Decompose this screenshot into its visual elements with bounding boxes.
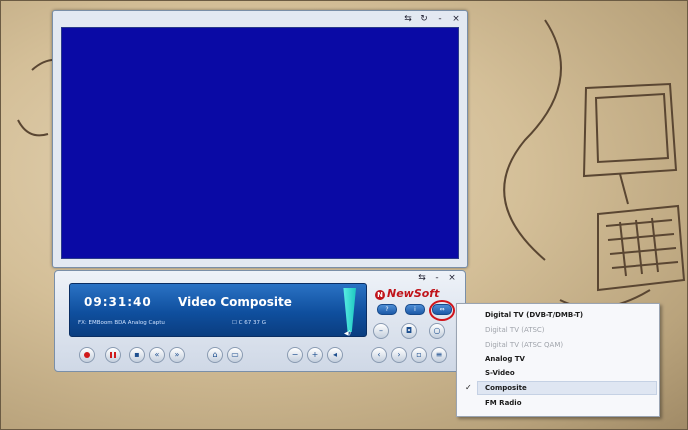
menu-item-atsc[interactable]: Digital TV (ATSC) bbox=[485, 326, 545, 334]
plus-icon: + bbox=[311, 350, 319, 359]
newsoft-logo: N NewSoft bbox=[375, 287, 439, 300]
menu-item-s-video[interactable]: S-Video bbox=[485, 369, 515, 377]
forward-icon: » bbox=[174, 350, 180, 359]
rewind-icon: « bbox=[154, 350, 160, 359]
speaker-icon: ◀) bbox=[344, 330, 351, 337]
channel-label: ☐ C 67 37 G bbox=[232, 320, 267, 326]
time-display: 09:31:40 bbox=[84, 295, 152, 309]
channel-up-button[interactable]: › bbox=[391, 347, 407, 363]
close-button[interactable]: × bbox=[451, 13, 461, 25]
home-icon: ⌂ bbox=[212, 350, 218, 359]
menu-item-analog-tv[interactable]: Analog TV bbox=[485, 355, 525, 363]
mute-icon: – bbox=[379, 326, 383, 335]
chevron-left-icon: ‹ bbox=[377, 350, 381, 359]
home-button[interactable]: ⌂ bbox=[207, 347, 223, 363]
minimize-button[interactable]: - bbox=[435, 13, 445, 25]
menu-item-dvb[interactable]: Digital TV (DVB-T/DMB-T) bbox=[485, 311, 583, 319]
volume-indicator[interactable] bbox=[343, 288, 356, 332]
folder-icon: ▭ bbox=[231, 350, 239, 359]
camera-icon: ◘ bbox=[405, 326, 413, 335]
control-title-controls: ⇆ - × bbox=[417, 272, 457, 284]
record-button[interactable] bbox=[79, 347, 95, 363]
minus-icon: − bbox=[291, 350, 299, 359]
mute-button[interactable]: – bbox=[373, 323, 389, 339]
lcd-display: 09:31:40 Video Composite FX: EMBoom BDA … bbox=[69, 283, 367, 337]
chevron-right-icon: › bbox=[397, 350, 401, 359]
close-button[interactable]: × bbox=[447, 272, 457, 284]
source-label: Video Composite bbox=[178, 295, 292, 309]
settings-button[interactable]: ○ bbox=[429, 323, 445, 339]
highlight-ring bbox=[429, 300, 455, 321]
forward-button[interactable]: » bbox=[169, 347, 185, 363]
device-label: FX: EMBoom BDA Analog Captu bbox=[78, 320, 165, 326]
restore-icon[interactable]: ↻ bbox=[419, 13, 429, 25]
volume-up-button[interactable]: + bbox=[307, 347, 323, 363]
help-button[interactable]: ? bbox=[377, 304, 397, 315]
info-button[interactable]: i bbox=[405, 304, 425, 315]
gear-icon: ○ bbox=[433, 326, 441, 335]
stop-button[interactable]: ▪ bbox=[129, 347, 145, 363]
speaker-icon: ◂ bbox=[332, 350, 337, 359]
pin-icon[interactable]: ⇆ bbox=[417, 272, 427, 284]
pin-icon[interactable]: ⇆ bbox=[403, 13, 413, 25]
window-title-controls: ⇆ ↻ - × bbox=[403, 13, 461, 25]
control-panel: ⇆ - × 09:31:40 Video Composite FX: EMBoo… bbox=[54, 270, 466, 372]
stop-icon: ▪ bbox=[134, 350, 140, 359]
folder-button[interactable]: ▭ bbox=[227, 347, 243, 363]
source-menu: ✓ Digital TV (DVB-T/DMB-T) Digital TV (A… bbox=[456, 303, 660, 417]
fullscreen-icon: ▫ bbox=[416, 350, 422, 359]
volume-down-button[interactable]: − bbox=[287, 347, 303, 363]
pause-button[interactable] bbox=[105, 347, 121, 363]
video-window: ⇆ ↻ - × bbox=[52, 10, 468, 268]
menu-item-composite[interactable]: Composite bbox=[485, 384, 527, 392]
snapshot-button[interactable]: ◘ bbox=[401, 323, 417, 339]
menu-item-fm-radio[interactable]: FM Radio bbox=[485, 399, 522, 407]
video-display[interactable] bbox=[61, 27, 459, 259]
list-icon: ≡ bbox=[435, 350, 443, 359]
channel-down-button[interactable]: ‹ bbox=[371, 347, 387, 363]
menu-item-atsc-qam[interactable]: Digital TV (ATSC QAM) bbox=[485, 341, 563, 349]
epg-button[interactable]: ≡ bbox=[431, 347, 447, 363]
rewind-button[interactable]: « bbox=[149, 347, 165, 363]
speaker-button[interactable]: ◂ bbox=[327, 347, 343, 363]
logo-text: NewSoft bbox=[387, 287, 440, 300]
fullscreen-button[interactable]: ▫ bbox=[411, 347, 427, 363]
check-icon: ✓ bbox=[465, 383, 472, 392]
minimize-button[interactable]: - bbox=[432, 272, 442, 284]
